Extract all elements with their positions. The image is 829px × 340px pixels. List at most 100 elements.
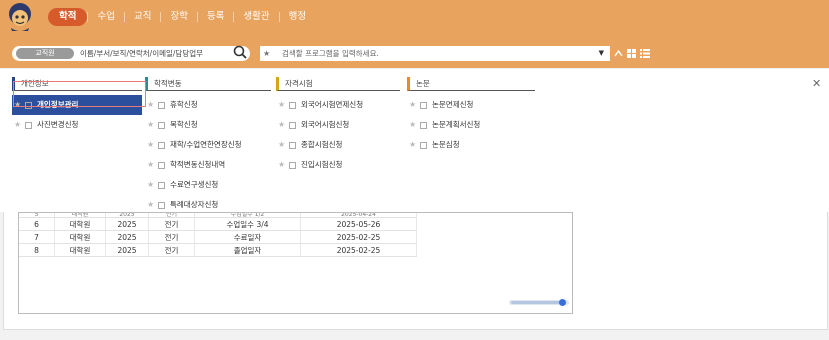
favorite-star-icon[interactable]: ★ [278, 115, 287, 135]
menu-item[interactable]: 수업 [88, 8, 123, 26]
menu-item[interactable]: 학적 [48, 8, 88, 26]
favorite-star-icon[interactable]: ★ [14, 115, 23, 135]
menu-link[interactable]: ★ 진입시험신청 [276, 155, 400, 175]
menu-item[interactable]: 행정 [280, 8, 315, 26]
program-search-input[interactable]: 검색할 프로그램을 입력하세요. [282, 46, 379, 61]
menu-link-label: 종합시험신청 [301, 140, 343, 149]
menu-link-label: 외국어시험면제신청 [301, 100, 364, 109]
table-cell: 대학원 [54, 230, 106, 244]
table-cell: 졸업일자 [194, 243, 301, 257]
table-cell: 대학원 [54, 243, 106, 257]
program-icon [289, 101, 296, 109]
menu-link[interactable]: ★ 개인정보관리 [12, 95, 142, 115]
menu-link-label: 휴학신청 [170, 100, 198, 109]
menu-link[interactable]: ★ 외국어시험면제신청 [276, 95, 400, 115]
mega-menu-panel: ✕ 개인정보 ★ 개인정보관리 ★ 사진변경신청 학적변동 ★ 휴학신청 ★ 복학신청 ★ 재학/수업… [0, 69, 829, 212]
menu-item[interactable]: 교직 [125, 8, 160, 26]
menu-link[interactable]: ★ 외국어시험신청 [276, 115, 400, 135]
favorite-star-icon[interactable]: ★ [147, 175, 156, 195]
menu-link-label: 복학신청 [170, 120, 198, 129]
menu-link[interactable]: ★ 논문계획서신청 [407, 115, 535, 135]
search-category-button[interactable]: 교직원 [16, 48, 74, 59]
program-icon [158, 101, 165, 109]
table-cell: 전기 [148, 230, 195, 244]
menu-link-label: 재학/수업연한연장신청 [170, 140, 242, 149]
schedule-table-container: 5 대학원 2025 전기 수업일수 1/2 2025-04-24 6 대학원 2025 전기 수업… [18, 212, 573, 314]
table-cell: 전기 [148, 243, 195, 257]
menu-column-title: 개인정보 [12, 77, 142, 91]
horizontal-scrollbar[interactable] [509, 299, 569, 306]
menu-link-label: 사진변경신청 [37, 120, 79, 129]
menu-link[interactable]: ★ 논문심청 [407, 135, 535, 155]
table-cell: 2025-02-25 [300, 230, 417, 244]
search-icon[interactable] [232, 44, 248, 60]
program-icon [289, 141, 296, 149]
table-cell: 수업일수 3/4 [194, 217, 301, 231]
favorite-star-icon[interactable]: ★ [278, 95, 287, 115]
table-row[interactable]: 8 대학원 2025 전기 졸업일자 2025-02-25 [19, 243, 417, 257]
menu-column-title: 학적변동 [145, 77, 271, 91]
program-icon [420, 141, 427, 149]
menu-column: 논문 ★ 논문면제신청 ★ 논문계획서신청 ★ 논문심청 [407, 77, 535, 155]
favorite-star-icon[interactable]: ★ [147, 115, 156, 135]
favorite-star-icon[interactable]: ★ [278, 135, 287, 155]
favorite-star-icon[interactable]: ★ [409, 115, 418, 135]
search-input[interactable]: 이름/부서/보직/연락처/이메일/담당업무 [80, 46, 203, 61]
menu-link[interactable]: ★ 학적변동신청내역 [145, 155, 271, 175]
content-panel: 5 대학원 2025 전기 수업일수 1/2 2025-04-24 6 대학원 2025 전기 수업… [3, 212, 828, 330]
close-icon[interactable]: ✕ [812, 77, 821, 90]
menu-link[interactable]: ★ 사진변경신청 [12, 115, 142, 135]
schedule-table: 5 대학원 2025 전기 수업일수 1/2 2025-04-24 6 대학원 2025 전기 수업… [19, 213, 417, 257]
grid-view-icon[interactable] [627, 49, 636, 58]
menu-link-label: 진입시험신청 [301, 160, 343, 169]
table-row[interactable]: 6 대학원 2025 전기 수업일수 3/4 2025-05-26 [19, 217, 417, 231]
menu-column: 개인정보 ★ 개인정보관리 ★ 사진변경신청 [12, 77, 142, 135]
menu-column-title: 논문 [407, 77, 535, 91]
collapse-up-icon[interactable] [614, 49, 623, 58]
favorite-star-icon[interactable]: ★ [147, 155, 156, 175]
top-navigation-bar: 학적 수업 교직 장학 등록 생활관 행정 교직원 이름/부서/보직/연락처/이메일/담당업… [0, 0, 829, 68]
menu-link[interactable]: ★ 휴학신청 [145, 95, 271, 115]
chevron-down-icon[interactable]: ▼ [599, 46, 604, 61]
menu-item[interactable]: 등록 [198, 8, 233, 26]
menu-link-label: 논문심청 [432, 140, 460, 149]
program-icon [158, 181, 165, 189]
program-icon [420, 101, 427, 109]
program-icon [289, 121, 296, 129]
menu-link[interactable]: ★ 수료연구생신청 [145, 175, 271, 195]
favorite-star-icon[interactable]: ★ [147, 135, 156, 155]
favorite-star-icon[interactable]: ★ [409, 95, 418, 115]
mascot-logo-icon[interactable] [6, 2, 34, 32]
scrollbar-handle[interactable] [559, 299, 566, 306]
menu-link[interactable]: ★ 재학/수업연한연장신청 [145, 135, 271, 155]
table-cell: 수료일자 [194, 230, 301, 244]
menu-link-label: 논문면제신청 [432, 100, 474, 109]
menu-link[interactable]: ★ 복학신청 [145, 115, 271, 135]
table-cell: 2025 [105, 230, 149, 244]
program-icon [420, 121, 427, 129]
favorite-star-icon[interactable]: ★ [147, 95, 156, 115]
menu-column: 학적변동 ★ 휴학신청 ★ 복학신청 ★ 재학/수업연한연장신청 ★ 학적변동신청내역 ★ 수료연구… [145, 77, 271, 215]
favorite-star-icon[interactable]: ★ [14, 95, 23, 115]
menu-link[interactable]: ★ 논문면제신청 [407, 95, 535, 115]
star-icon[interactable]: ★ [263, 46, 270, 61]
view-toggle-group [614, 46, 650, 61]
table-cell: 2025-02-25 [300, 243, 417, 257]
menu-item[interactable]: 장학 [161, 8, 196, 26]
scrollbar-thumb[interactable] [511, 301, 561, 304]
program-icon [158, 201, 165, 209]
table-cell: 8 [19, 243, 55, 257]
menu-link[interactable]: ★ 종합시험신청 [276, 135, 400, 155]
table-cell: 2025 [105, 243, 149, 257]
table-row[interactable]: 7 대학원 2025 전기 수료일자 2025-02-25 [19, 230, 417, 244]
favorite-star-icon[interactable]: ★ [278, 155, 287, 175]
list-view-icon[interactable] [640, 49, 650, 58]
favorite-star-icon[interactable]: ★ [409, 135, 418, 155]
main-menu: 학적 수업 교직 장학 등록 생활관 행정 [48, 7, 315, 27]
table-cell: 대학원 [54, 217, 106, 231]
menu-link-label: 학적변동신청내역 [170, 160, 226, 169]
menu-item[interactable]: 생활관 [234, 8, 278, 26]
table-cell: 2025 [105, 217, 149, 231]
program-search-bar: ★ 검색할 프로그램을 입력하세요. ▼ [260, 46, 610, 61]
program-icon [158, 121, 165, 129]
